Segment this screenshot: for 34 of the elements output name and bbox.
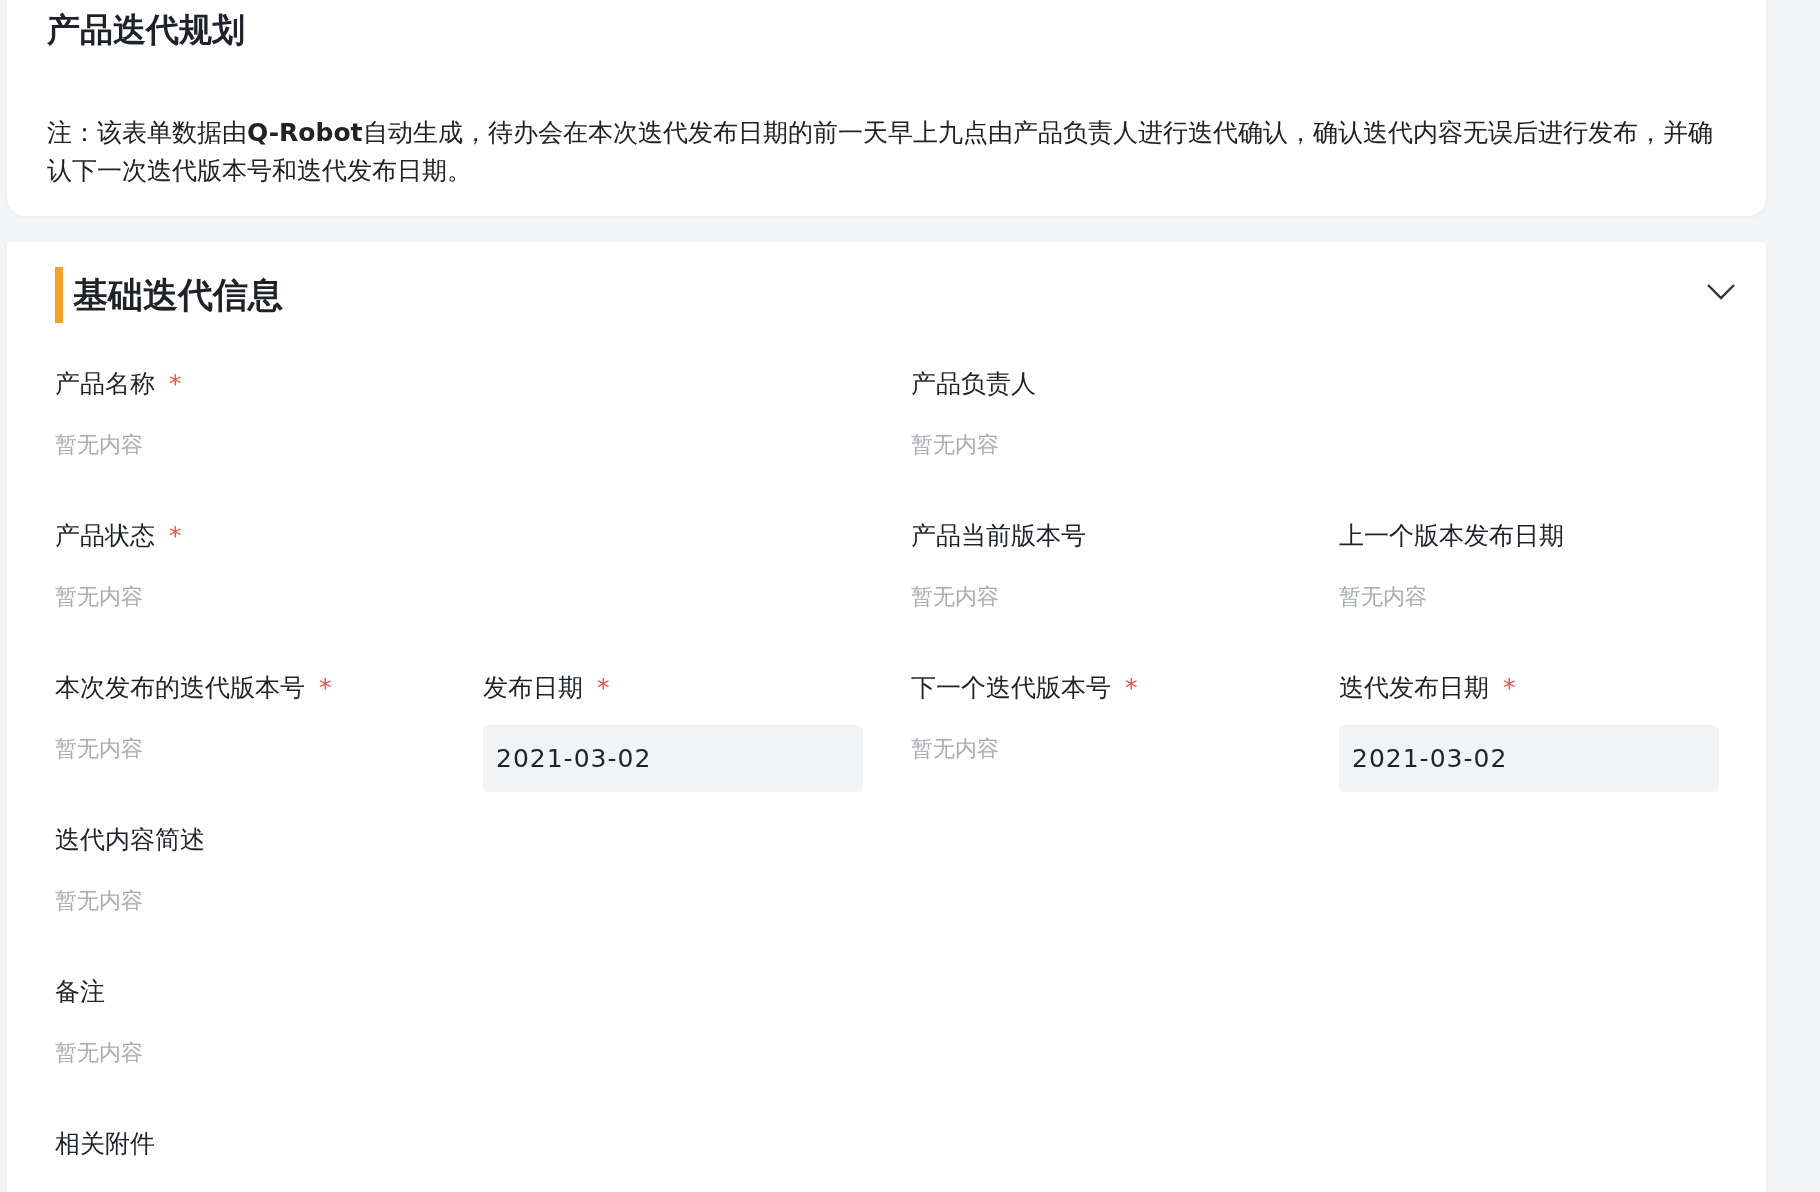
note-text: 注：该表单数据由Q-Robot自动生成，待办会在本次迭代发布日期的前一天早上九点由产品负责人进行迭代确认，确认迭代内容无误后进行发布，并确认下一次迭代版本号和迭代发布日期。 — [47, 117, 1714, 187]
field-value: 暂无内容 — [55, 1039, 144, 1067]
field-value: 暂无内容 — [911, 431, 1000, 459]
field-value: 暂无内容 — [55, 431, 144, 459]
required-mark: * — [168, 369, 182, 398]
field-label: 迭代发布日期 — [1339, 673, 1489, 702]
field-value: 暂无内容 — [911, 735, 1000, 763]
accent-bar — [55, 267, 63, 323]
field-value: 暂无内容 — [911, 583, 1000, 611]
field-label: 迭代内容简述 — [55, 825, 205, 854]
field-label: 产品负责人 — [911, 369, 1036, 398]
field-label: 相关附件 — [55, 1129, 155, 1158]
field-label: 上一个版本发布日期 — [1339, 521, 1564, 550]
field-label: 备注 — [55, 977, 105, 1006]
field-label: 产品状态 — [55, 521, 155, 550]
field-value: 暂无内容 — [1339, 583, 1428, 611]
required-mark: * — [168, 521, 182, 550]
section-title: 基础迭代信息 — [73, 273, 284, 317]
field-value: 暂无内容 — [55, 735, 144, 763]
field-label: 本次发布的迭代版本号 — [55, 673, 305, 702]
field-value: 暂无内容 — [55, 583, 144, 611]
date-field[interactable]: 2021-03-02 — [483, 725, 863, 792]
field-label: 发布日期 — [483, 673, 583, 702]
required-mark: * — [1502, 673, 1516, 702]
field-label: 产品当前版本号 — [911, 521, 1086, 550]
field-label: 产品名称 — [55, 369, 155, 398]
required-mark: * — [318, 673, 332, 702]
chevron-icon[interactable] — [1706, 283, 1736, 301]
required-mark: * — [596, 673, 610, 702]
page-title: 产品迭代规划 — [47, 9, 246, 51]
field-label: 下一个迭代版本号 — [911, 673, 1111, 702]
date-field[interactable]: 2021-03-02 — [1339, 725, 1719, 792]
field-value: 暂无内容 — [55, 887, 144, 915]
required-mark: * — [1124, 673, 1138, 702]
